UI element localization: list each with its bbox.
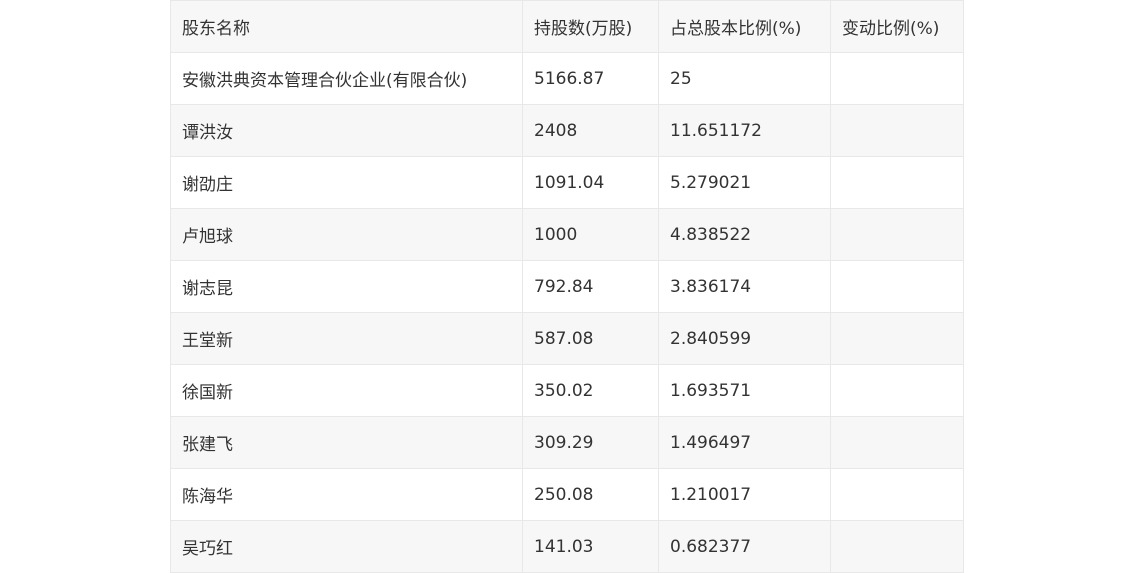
header-share-ratio: 占总股本比例(%)	[658, 0, 831, 53]
cell-change-ratio	[830, 468, 964, 521]
table-header-row: 股东名称 持股数(万股) 占总股本比例(%) 变动比例(%)	[170, 0, 964, 53]
cell-shareholder-name: 陈海华	[170, 468, 523, 521]
cell-shares-held: 587.08	[522, 312, 659, 365]
table-row: 谢劭庄 1091.04 5.279021	[170, 156, 964, 209]
cell-shares-held: 5166.87	[522, 52, 659, 105]
cell-shares-held: 309.29	[522, 416, 659, 469]
cell-share-ratio: 5.279021	[658, 156, 831, 209]
cell-change-ratio	[830, 104, 964, 157]
cell-shares-held: 250.08	[522, 468, 659, 521]
shareholder-table-container: 股东名称 持股数(万股) 占总股本比例(%) 变动比例(%) 安徽洪典资本管理合…	[170, 0, 964, 573]
cell-shareholder-name: 安徽洪典资本管理合伙企业(有限合伙)	[170, 52, 523, 105]
cell-change-ratio	[830, 364, 964, 417]
cell-share-ratio: 1.210017	[658, 468, 831, 521]
cell-share-ratio: 11.651172	[658, 104, 831, 157]
table-row: 吴巧红 141.03 0.682377	[170, 520, 964, 573]
cell-shareholder-name: 谢劭庄	[170, 156, 523, 209]
cell-shares-held: 350.02	[522, 364, 659, 417]
cell-change-ratio	[830, 156, 964, 209]
cell-share-ratio: 1.496497	[658, 416, 831, 469]
shareholder-table: 股东名称 持股数(万股) 占总股本比例(%) 变动比例(%) 安徽洪典资本管理合…	[170, 0, 964, 573]
table-row: 王堂新 587.08 2.840599	[170, 312, 964, 365]
header-shares-held: 持股数(万股)	[522, 0, 659, 53]
cell-shareholder-name: 徐国新	[170, 364, 523, 417]
cell-change-ratio	[830, 52, 964, 105]
cell-change-ratio	[830, 416, 964, 469]
header-change-ratio: 变动比例(%)	[830, 0, 964, 53]
cell-change-ratio	[830, 312, 964, 365]
cell-change-ratio	[830, 208, 964, 261]
cell-change-ratio	[830, 520, 964, 573]
cell-share-ratio: 25	[658, 52, 831, 105]
cell-shareholder-name: 张建飞	[170, 416, 523, 469]
cell-shares-held: 141.03	[522, 520, 659, 573]
cell-shares-held: 2408	[522, 104, 659, 157]
table-row: 张建飞 309.29 1.496497	[170, 416, 964, 469]
cell-shareholder-name: 王堂新	[170, 312, 523, 365]
cell-shares-held: 1000	[522, 208, 659, 261]
table-row: 谭洪汝 2408 11.651172	[170, 104, 964, 157]
cell-shares-held: 1091.04	[522, 156, 659, 209]
cell-shareholder-name: 吴巧红	[170, 520, 523, 573]
cell-share-ratio: 0.682377	[658, 520, 831, 573]
table-row: 陈海华 250.08 1.210017	[170, 468, 964, 521]
header-shareholder-name: 股东名称	[170, 0, 523, 53]
cell-share-ratio: 4.838522	[658, 208, 831, 261]
cell-share-ratio: 2.840599	[658, 312, 831, 365]
table-row: 卢旭球 1000 4.838522	[170, 208, 964, 261]
table-row: 徐国新 350.02 1.693571	[170, 364, 964, 417]
table-row: 谢志昆 792.84 3.836174	[170, 260, 964, 313]
cell-shares-held: 792.84	[522, 260, 659, 313]
cell-share-ratio: 3.836174	[658, 260, 831, 313]
cell-share-ratio: 1.693571	[658, 364, 831, 417]
table-row: 安徽洪典资本管理合伙企业(有限合伙) 5166.87 25	[170, 52, 964, 105]
cell-change-ratio	[830, 260, 964, 313]
cell-shareholder-name: 谢志昆	[170, 260, 523, 313]
cell-shareholder-name: 谭洪汝	[170, 104, 523, 157]
cell-shareholder-name: 卢旭球	[170, 208, 523, 261]
